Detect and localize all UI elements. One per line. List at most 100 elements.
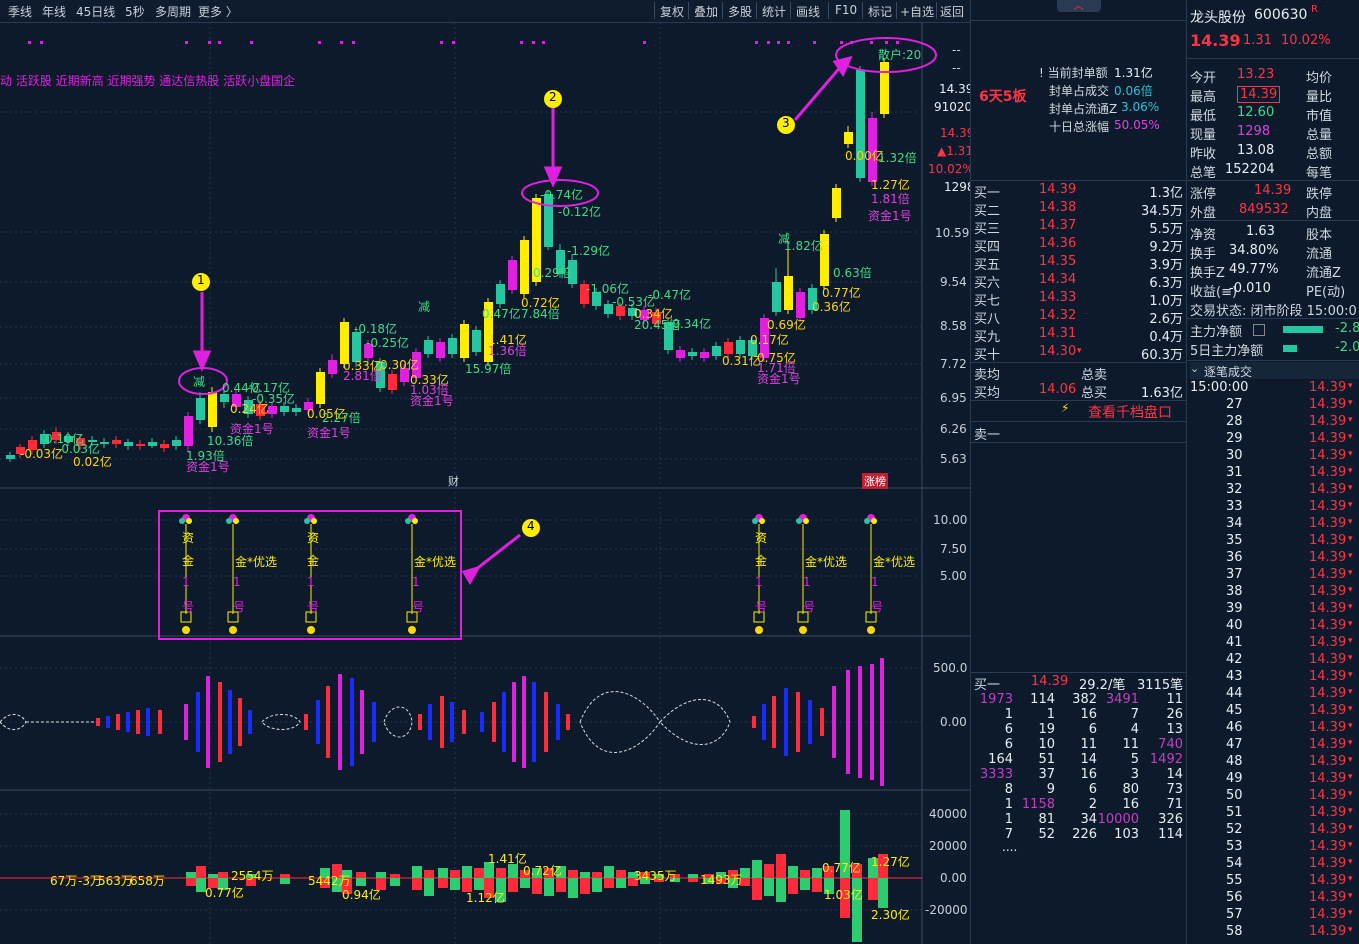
queue-cell: 3 xyxy=(1130,767,1139,782)
period-45d[interactable]: 45日线 xyxy=(76,3,115,20)
momentum-bar xyxy=(480,712,484,732)
chevron-down-icon: ⌄ xyxy=(1190,362,1200,375)
candle xyxy=(688,348,697,360)
tick-price: 14.39 xyxy=(1309,397,1347,412)
queue-cell: 1492 xyxy=(1149,752,1183,767)
kline-chart-area[interactable]: 1 2 3 4 动 活跃股 近期新高 近期强势 通达信热股 活跃小盘国企 减 减… xyxy=(0,22,975,944)
back-button[interactable]: 返回 xyxy=(940,3,964,20)
candle xyxy=(472,326,481,356)
flow-bar-positive xyxy=(580,872,590,878)
flow-bar-positive xyxy=(474,868,484,878)
ticks-header[interactable]: ⌄ 逐笔成交 xyxy=(1190,362,1359,379)
queue-cell: 52 xyxy=(1038,827,1055,842)
queue-cell: 1 xyxy=(1046,707,1055,722)
momentum-bar xyxy=(316,700,320,744)
period-year[interactable]: 年线 xyxy=(42,3,66,20)
tick-second: 39 xyxy=(1226,601,1243,616)
candle xyxy=(880,58,889,118)
period-quarter[interactable]: 季线 xyxy=(8,3,32,20)
flow-bar-positive xyxy=(776,854,786,878)
signal-dot xyxy=(185,41,188,44)
signal-dot xyxy=(452,41,455,44)
queue-cell: 80 xyxy=(1122,782,1139,797)
restore-right-button[interactable]: 复权 xyxy=(660,3,684,20)
reduce-label: 减 xyxy=(193,375,206,389)
flow-bar-negative xyxy=(450,878,460,890)
queue-cell: 6 xyxy=(1004,722,1013,737)
collapse-handle[interactable]: ︿ xyxy=(1057,0,1101,12)
last-price: 14.39 xyxy=(1190,31,1241,50)
multi-stock-button[interactable]: 多股 xyxy=(728,3,752,20)
momentum-bar xyxy=(502,692,506,752)
flow-bar-negative xyxy=(532,878,542,894)
period-5s[interactable]: 5秒 xyxy=(125,3,145,20)
tick-second: 54 xyxy=(1226,856,1243,871)
view-full-depth-link[interactable]: 查看千档盘口 xyxy=(1088,402,1172,422)
candle xyxy=(856,66,865,182)
tick-price: 14.39 xyxy=(1309,584,1347,599)
flow-bar-negative xyxy=(544,878,554,896)
fund-signal-char: 金 xyxy=(755,554,768,568)
momentum-bar xyxy=(206,676,210,768)
queue-cell: 51 xyxy=(1038,752,1055,767)
overlay-button[interactable]: 叠加 xyxy=(694,3,718,20)
momentum-bar xyxy=(784,688,788,756)
momentum-bar xyxy=(136,710,140,734)
momentum-bar xyxy=(158,710,162,734)
tick-price: 14.39 xyxy=(1309,601,1347,616)
queue-cell: 34 xyxy=(1080,812,1097,827)
queue-cell: 7 xyxy=(1130,707,1139,722)
tick-price: 14.39 xyxy=(1309,822,1347,837)
flow-bar-negative xyxy=(520,878,530,888)
candle xyxy=(388,370,397,394)
candle xyxy=(496,280,505,308)
more-menu[interactable]: 更多 〉 xyxy=(198,3,238,20)
fin-value: 1.63 xyxy=(1246,224,1275,239)
momentum-bar xyxy=(532,682,536,762)
multi-period[interactable]: 多周期 xyxy=(155,3,191,20)
flow-bar-negative xyxy=(688,878,698,882)
marker-4-label: 4 xyxy=(527,519,535,533)
candle xyxy=(136,440,145,450)
add-watchlist-button[interactable]: +自选 xyxy=(900,3,934,20)
flow-bar-positive xyxy=(568,870,578,878)
finance-label: 财 xyxy=(448,475,459,488)
reduce-label: 减 xyxy=(418,300,431,314)
flow-bar-negative xyxy=(868,878,878,900)
quote-stat-value: 13.08 xyxy=(1237,143,1275,158)
flow-bar-negative xyxy=(592,878,602,892)
fund-signal-char: 金 xyxy=(307,554,320,568)
queue-cell: 11 xyxy=(1166,692,1183,707)
statistics-button[interactable]: 统计 xyxy=(762,3,786,20)
tick-second: 29 xyxy=(1226,431,1243,446)
concept-tags: 动 活跃股 近期新高 近期强势 通达信热股 活跃小盘国企 xyxy=(0,74,296,88)
queue-cell: 14 xyxy=(1166,767,1183,782)
quote-stat-value: 14.39 xyxy=(1237,86,1281,103)
momentum-bar xyxy=(126,712,130,732)
mark-button[interactable]: 标记 xyxy=(868,3,892,20)
momentum-bar xyxy=(556,704,560,740)
tick-price: 14.39 xyxy=(1309,465,1347,480)
queue-cell: 1 xyxy=(1004,797,1013,812)
tick-price: 14.39 xyxy=(1309,618,1347,633)
flow-bar-positive xyxy=(438,868,448,878)
momentum-bar xyxy=(372,702,376,742)
queue-cell: 6 xyxy=(1004,737,1013,752)
tick-price: 14.39 xyxy=(1309,516,1347,531)
tick-price: 14.39 xyxy=(1309,873,1347,888)
momentum-bar xyxy=(96,718,100,726)
flow-bar-positive xyxy=(616,870,626,878)
signal-dot xyxy=(440,41,443,44)
list-icon xyxy=(1253,324,1265,336)
candle xyxy=(712,342,721,360)
momentum-bar xyxy=(106,716,110,728)
f10-button[interactable]: F10 xyxy=(835,3,857,17)
momentum-bar xyxy=(772,696,776,748)
signal-dot xyxy=(813,41,816,44)
draw-line-button[interactable]: 画线 xyxy=(796,3,820,20)
chart-canvas xyxy=(0,22,970,944)
marker-1-label: 1 xyxy=(197,273,205,287)
candle xyxy=(6,452,15,462)
tick-second: 52 xyxy=(1226,822,1243,837)
queue-cell: 14 xyxy=(1080,752,1097,767)
